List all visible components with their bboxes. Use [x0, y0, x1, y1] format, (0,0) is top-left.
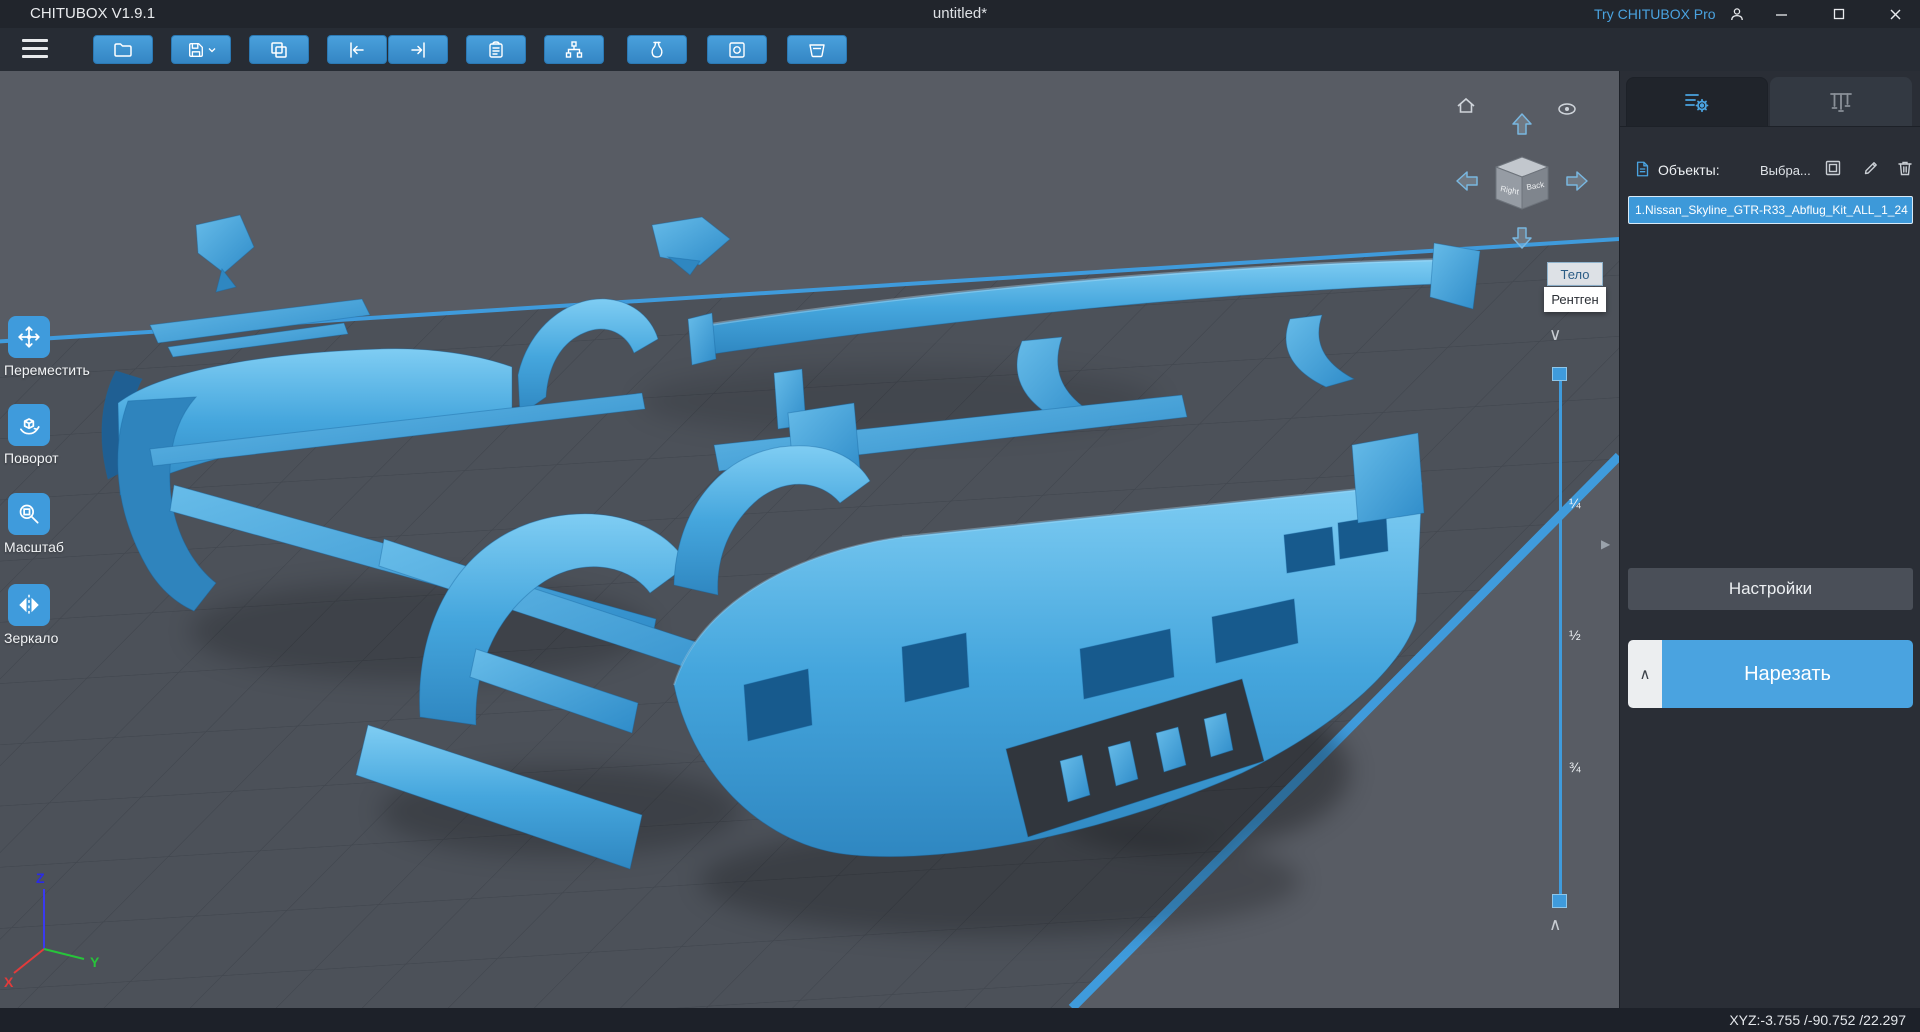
dig-hole-button[interactable] [707, 35, 767, 64]
redo-icon [411, 41, 425, 58]
chevron-up-icon: ∧ [1639, 666, 1651, 683]
slice-button[interactable]: Нарезать [1662, 640, 1913, 708]
home-view-icon[interactable] [1457, 97, 1475, 113]
delete-icon[interactable] [1896, 159, 1914, 182]
view-cube-widget[interactable]: Right Back [1456, 97, 1588, 249]
panel-tabs [1620, 71, 1920, 127]
titlebar: CHITUBOX V1.9.1 untitled* Try CHITUBOX P… [0, 0, 1920, 28]
hollow-icon [651, 41, 663, 58]
dig-hole-icon [729, 41, 745, 58]
arrange-icon [565, 40, 583, 58]
object-list-item[interactable]: 1.Nissan_Skyline_GTR-R33_Abflug_Kit_ALL_… [1628, 196, 1913, 224]
tank-icon [809, 43, 825, 57]
account-icon[interactable] [1716, 0, 1758, 28]
open-file-button[interactable] [93, 35, 153, 64]
support-structures-icon [1830, 92, 1852, 112]
tab-support[interactable] [1770, 77, 1912, 126]
clip-label-half: ½ [1569, 627, 1581, 643]
mirror-label: Зеркало [4, 630, 59, 646]
clipboard-button[interactable] [466, 35, 526, 64]
mirror-icon [19, 594, 39, 616]
render-mode-selected[interactable]: Тело [1547, 262, 1603, 286]
scale-label: Масштаб [4, 539, 64, 555]
chitubox-window: CHITUBOX V1.9.1 untitled* Try CHITUBOX P… [0, 0, 1920, 1032]
select-label[interactable]: Выбра... [1760, 163, 1811, 178]
3d-scene[interactable]: Z X Y Right Back [0, 71, 1619, 1008]
clip-slider-upper-handle[interactable] [1552, 367, 1567, 381]
chitubox-pro-link[interactable]: Try CHITUBOX Pro [1594, 0, 1716, 28]
move-icon [18, 326, 40, 348]
slice-expand-button[interactable]: ∧ [1628, 640, 1662, 708]
panel-collapse-icon[interactable]: ▶ [1601, 537, 1610, 551]
status-bar: XYZ:-3.755 /-90.752 /22.297 [0, 1008, 1920, 1032]
minimize-button[interactable] [1760, 0, 1802, 28]
rotate-left-arrow[interactable] [1456, 171, 1478, 191]
edit-icon[interactable] [1862, 159, 1880, 182]
select-all-icon[interactable] [1824, 159, 1842, 182]
hollow-button[interactable] [627, 35, 687, 64]
clip-slider-track[interactable] [1559, 374, 1562, 902]
tool-move: Переместить [2, 316, 132, 378]
save-dropdown-chevron-icon[interactable] [208, 46, 216, 54]
auto-arrange-button[interactable] [544, 35, 604, 64]
save-button[interactable] [171, 35, 231, 64]
save-icon [188, 42, 203, 57]
perspective-eye-icon[interactable] [1558, 103, 1576, 115]
tool-mirror: Зеркало [2, 584, 132, 646]
clipboard-icon [489, 40, 503, 58]
redo-button[interactable] [388, 35, 448, 64]
maximize-button[interactable] [1818, 0, 1860, 28]
axis-x-label: X [4, 974, 14, 990]
move-label: Переместить [4, 362, 90, 378]
clip-label-three-quarter: ¾ [1569, 759, 1581, 775]
menu-icon[interactable] [22, 39, 48, 59]
object-list-icon [1634, 159, 1652, 184]
xyz-coordinates: XYZ:-3.755 /-90.752 /22.297 [1729, 1012, 1906, 1028]
clip-slider-lower-handle[interactable] [1552, 894, 1567, 908]
rotate-up-arrow[interactable] [1512, 113, 1532, 135]
toolbar [0, 28, 1920, 72]
right-panel: Объекты: Выбра... 1.Nissan_Skyline_GTR-R… [1619, 71, 1920, 1008]
axis-y-label: Y [90, 954, 100, 970]
slice-row: ∧ Нарезать [1628, 640, 1913, 708]
settings-list-gear-icon [1685, 94, 1709, 113]
folder-icon [114, 42, 132, 57]
close-button[interactable] [1874, 0, 1916, 28]
scale-button[interactable] [8, 493, 50, 535]
rotate-icon [20, 418, 40, 435]
clip-step-down-icon[interactable]: ∨ [1549, 325, 1561, 345]
rotate-button[interactable] [8, 404, 50, 446]
scale-icon [19, 504, 39, 524]
axis-z-label: Z [36, 870, 45, 886]
move-button[interactable] [8, 316, 50, 358]
copy-icon [271, 41, 287, 58]
undo-button[interactable] [327, 35, 387, 64]
clip-label-quarter: ¼ [1569, 495, 1581, 511]
copy-button[interactable] [249, 35, 309, 64]
tool-rotate: Поворот [2, 404, 132, 466]
clip-step-up-icon[interactable]: ∧ [1549, 915, 1561, 935]
mirror-button[interactable] [8, 584, 50, 626]
tool-scale: Масштаб [2, 493, 132, 555]
settings-button[interactable]: Настройки [1628, 568, 1913, 610]
rotate-right-arrow[interactable] [1566, 171, 1588, 191]
rotate-label: Поворот [4, 450, 59, 466]
viewport-3d[interactable]: Z X Y Right Back Переместить Поворот Мас… [0, 71, 1619, 1008]
undo-icon [350, 41, 364, 58]
resin-tank-button[interactable] [787, 35, 847, 64]
objects-label: Объекты: [1658, 162, 1720, 178]
tab-settings[interactable] [1626, 77, 1768, 126]
render-mode-option-xray[interactable]: Рентген [1544, 287, 1606, 312]
